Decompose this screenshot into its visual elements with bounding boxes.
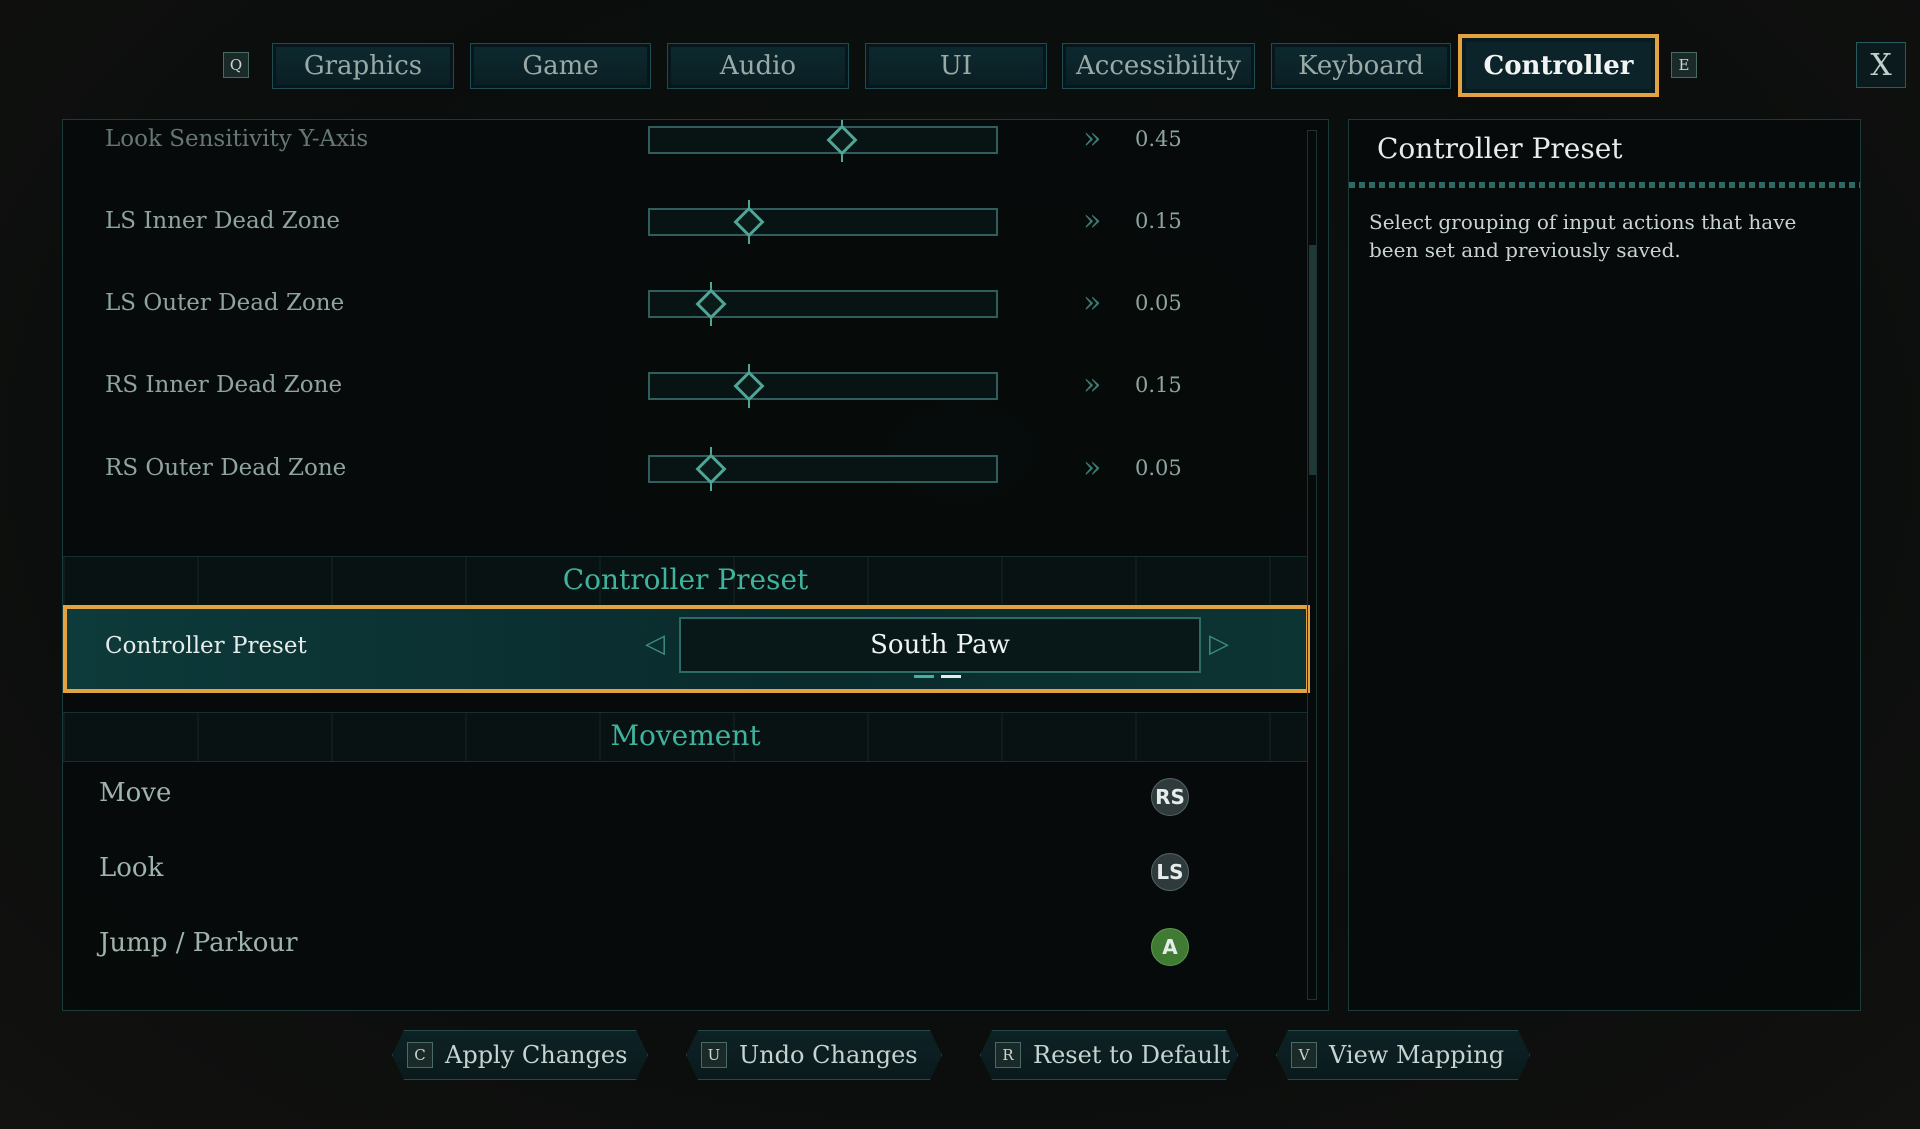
- binding-action: Jump / Parkour: [99, 928, 298, 958]
- binding-action: Look: [99, 853, 164, 883]
- close-button[interactable]: X: [1856, 42, 1906, 88]
- preset-value: South Paw: [870, 630, 1010, 660]
- preset-page-dot: [914, 675, 934, 678]
- info-panel: Controller Preset Select grouping of inp…: [1348, 119, 1861, 1011]
- slider-value: 0.15: [1135, 373, 1182, 397]
- preset-label: Controller Preset: [105, 633, 307, 659]
- slider-increase-icon[interactable]: »: [1083, 453, 1102, 483]
- rs-button-icon: RS: [1151, 778, 1189, 816]
- slider-value: 0.05: [1135, 291, 1182, 315]
- controller-preset-row[interactable]: Controller Preset ◁ South Paw ▷: [63, 605, 1310, 693]
- reset-to-default-label: Reset to Default: [1033, 1041, 1231, 1069]
- slider-value: 0.45: [1135, 127, 1182, 151]
- info-description: Select grouping of input actions that ha…: [1369, 210, 1797, 262]
- binding-action: Move: [99, 778, 172, 808]
- slider-track[interactable]: [648, 126, 998, 154]
- key-v-icon: V: [1291, 1042, 1317, 1068]
- settings-list-panel[interactable]: Look Sensitivity Y-Axis « 0.45 LS Inner …: [62, 119, 1329, 1011]
- slider-label: RS Outer Dead Zone: [105, 455, 347, 481]
- slider-label: LS Inner Dead Zone: [105, 208, 341, 234]
- slider-increase-icon[interactable]: »: [1083, 370, 1102, 400]
- info-divider: [1349, 182, 1860, 188]
- preset-next-icon[interactable]: ▷: [1209, 629, 1229, 659]
- tab-ui[interactable]: UI: [865, 43, 1047, 89]
- slider-increase-icon[interactable]: »: [1083, 206, 1102, 236]
- slider-value: 0.15: [1135, 209, 1182, 233]
- tab-accessibility[interactable]: Accessibility: [1062, 43, 1255, 89]
- view-mapping-button[interactable]: V View Mapping: [1276, 1030, 1530, 1080]
- tab-graphics[interactable]: Graphics: [272, 43, 454, 89]
- preset-page-dot-active: [941, 675, 961, 678]
- section-title: Controller Preset: [562, 563, 809, 596]
- ls-button-icon: LS: [1151, 853, 1189, 891]
- key-u-icon: U: [701, 1042, 727, 1068]
- slider-increase-icon[interactable]: »: [1083, 124, 1102, 154]
- view-mapping-label: View Mapping: [1329, 1041, 1505, 1069]
- reset-to-default-button[interactable]: R Reset to Default: [980, 1030, 1238, 1080]
- apply-changes-button[interactable]: C Apply Changes: [392, 1030, 648, 1080]
- slider-increase-icon[interactable]: »: [1083, 288, 1102, 318]
- info-title: Controller Preset: [1377, 132, 1623, 165]
- apply-changes-label: Apply Changes: [445, 1041, 628, 1069]
- key-c-icon: C: [407, 1042, 433, 1068]
- a-button-icon: A: [1151, 928, 1189, 966]
- section-title: Movement: [610, 719, 761, 752]
- next-tab-key[interactable]: E: [1671, 52, 1697, 78]
- prev-tab-key[interactable]: Q: [223, 52, 249, 78]
- slider-label: RS Inner Dead Zone: [105, 372, 343, 398]
- tab-game[interactable]: Game: [470, 43, 651, 89]
- slider-track[interactable]: [648, 208, 998, 236]
- undo-changes-label: Undo Changes: [739, 1041, 918, 1069]
- slider-label: Look Sensitivity Y-Axis: [105, 126, 369, 152]
- undo-changes-button[interactable]: U Undo Changes: [686, 1030, 942, 1080]
- tab-keyboard[interactable]: Keyboard: [1271, 43, 1451, 89]
- section-header-movement: Movement: [63, 712, 1308, 762]
- preset-value-box[interactable]: South Paw: [679, 617, 1201, 673]
- key-r-icon: R: [995, 1042, 1021, 1068]
- tab-controller[interactable]: Controller: [1458, 34, 1659, 97]
- tab-audio[interactable]: Audio: [667, 43, 849, 89]
- scrollbar-thumb[interactable]: [1309, 245, 1316, 475]
- preset-prev-icon[interactable]: ◁: [645, 629, 665, 659]
- section-header-controller-preset: Controller Preset: [63, 556, 1308, 606]
- slider-value: 0.05: [1135, 456, 1182, 480]
- slider-label: LS Outer Dead Zone: [105, 290, 345, 316]
- slider-track[interactable]: [648, 372, 998, 400]
